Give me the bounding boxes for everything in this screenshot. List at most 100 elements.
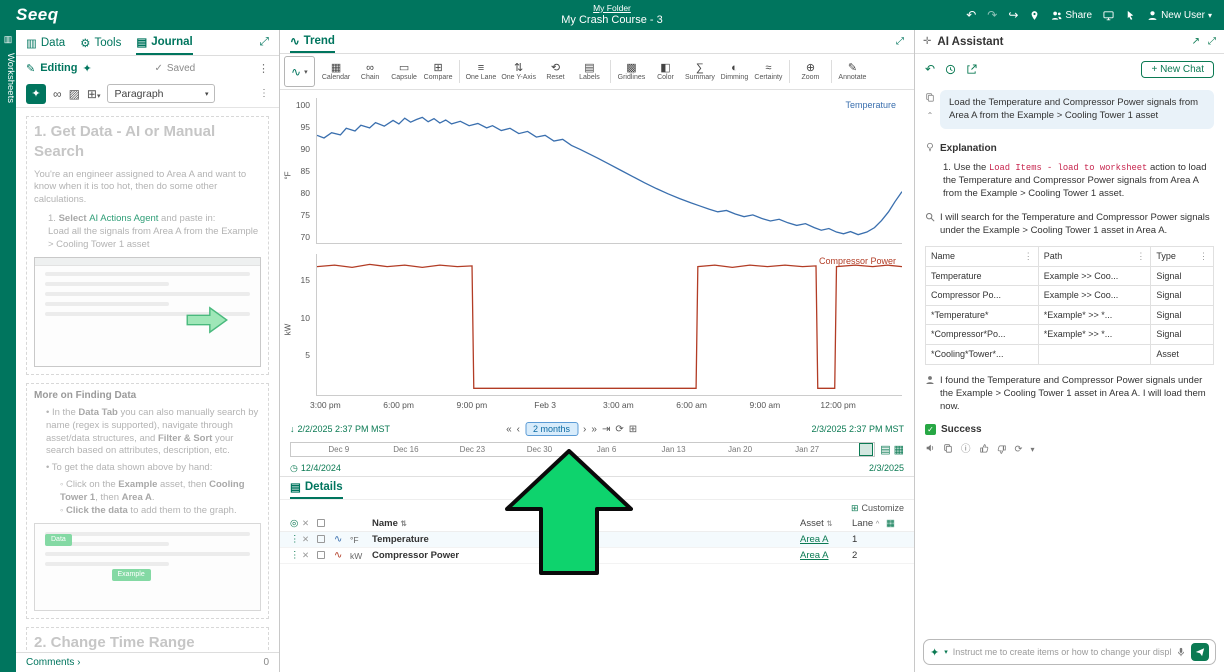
sort-icon[interactable]: ⇅ bbox=[826, 519, 832, 528]
journal-section-get-data[interactable]: 1. Get Data - AI or Manual Search You're… bbox=[26, 116, 269, 375]
tab-details[interactable]: ▤Details bbox=[290, 477, 343, 499]
trend-tool-color[interactable]: ◧Color bbox=[649, 56, 682, 87]
location-pin-icon[interactable] bbox=[1029, 10, 1040, 21]
pointer-icon[interactable] bbox=[1125, 10, 1136, 21]
overview-start-date[interactable]: 12/4/2024 bbox=[301, 463, 341, 473]
selection-window[interactable] bbox=[859, 443, 873, 456]
step-forward-icon[interactable]: › bbox=[583, 424, 586, 435]
column-menu-icon[interactable]: ⋮ bbox=[1136, 250, 1145, 263]
tab-data[interactable]: ▥Data bbox=[26, 30, 65, 55]
paragraph-style-select[interactable]: Paragraph▾ bbox=[107, 84, 215, 103]
table-insert-icon[interactable]: ⊞▾ bbox=[87, 87, 101, 101]
chart-type-dropdown[interactable]: ∿▾ bbox=[284, 56, 315, 87]
grid-icon[interactable]: ▦ bbox=[886, 518, 904, 529]
forward-icon[interactable]: ↪ bbox=[1008, 8, 1018, 22]
power-legend[interactable]: Compressor Power bbox=[819, 256, 896, 266]
remove-item-icon[interactable]: ✕ bbox=[302, 550, 317, 561]
read-aloud-icon[interactable] bbox=[925, 443, 935, 457]
overview-scrubber[interactable]: Dec 9Dec 16Dec 23Dec 30Jan 6Jan 13Jan 20… bbox=[290, 442, 875, 457]
sort-icon[interactable]: ⇅ bbox=[401, 519, 407, 528]
user-menu[interactable]: New User ▾ bbox=[1147, 10, 1212, 21]
detail-row[interactable]: ⋮✕∿°FTemperatureArea A1 bbox=[280, 532, 914, 548]
journal-section-time-range[interactable]: 2. Change Time Range bbox=[26, 627, 269, 652]
select-all-checkbox[interactable] bbox=[317, 519, 325, 527]
refresh-range-icon[interactable]: ⟳ bbox=[615, 424, 623, 435]
trend-tool-compare[interactable]: ⊞Compare bbox=[422, 56, 455, 87]
trend-tool-dimming[interactable]: ◐Dimming bbox=[718, 56, 751, 87]
worksheets-strip[interactable]: ▥ Worksheets bbox=[0, 30, 16, 672]
ai-table-header[interactable]: Type⋮ bbox=[1151, 247, 1214, 267]
column-asset[interactable]: Asset ⇅ bbox=[800, 518, 852, 529]
assistant-input[interactable] bbox=[953, 647, 1171, 657]
redo-icon[interactable]: ↷ bbox=[987, 8, 997, 22]
seeq-logo[interactable]: Seeq bbox=[0, 5, 75, 25]
trend-tool-annotate[interactable]: ✎Annotate bbox=[836, 56, 869, 87]
remove-item-icon[interactable]: ✕ bbox=[302, 534, 317, 545]
copy-message-icon[interactable] bbox=[925, 92, 935, 106]
journal-section-more[interactable]: More on Finding Data In the Data Tab you… bbox=[26, 383, 269, 619]
row-checkbox[interactable] bbox=[317, 551, 325, 559]
row-menu-icon[interactable]: ⋮ bbox=[290, 534, 302, 545]
collapse-message-icon[interactable]: ⌃ bbox=[927, 110, 934, 121]
tab-trend[interactable]: ∿Trend bbox=[290, 30, 335, 53]
trend-tool-zoom[interactable]: ⊕Zoom bbox=[794, 56, 827, 87]
tab-tools[interactable]: ⚙Tools bbox=[80, 30, 121, 55]
more-actions-icon[interactable]: ▾ bbox=[1030, 444, 1034, 455]
format-more-icon[interactable]: ⋮ bbox=[259, 88, 269, 99]
column-menu-icon[interactable]: ⋮ bbox=[1024, 250, 1033, 263]
share-chat-icon[interactable] bbox=[966, 64, 977, 75]
thumbs-up-icon[interactable] bbox=[979, 443, 989, 457]
ai-actions-agent-button[interactable]: ✦ bbox=[26, 84, 46, 104]
image-icon[interactable]: ▨ bbox=[69, 87, 80, 101]
power-y-axis[interactable]: kW15105 bbox=[284, 254, 312, 396]
ai-table-header[interactable]: Name⋮ bbox=[926, 247, 1039, 267]
calendar-range-icon[interactable]: ▦ bbox=[894, 443, 904, 456]
chevron-down-icon[interactable]: ▾ bbox=[944, 648, 948, 656]
journal-menu-icon[interactable]: ⋮ bbox=[258, 62, 269, 75]
temperature-legend[interactable]: Temperature bbox=[845, 100, 896, 110]
reset-chat-icon[interactable]: ↶ bbox=[925, 62, 935, 76]
open-external-icon[interactable]: ↗ bbox=[1192, 36, 1200, 47]
step-back-fast-icon[interactable]: « bbox=[506, 424, 512, 435]
select-all-icon[interactable]: ◎ bbox=[290, 518, 302, 529]
comments-bar[interactable]: Comments › 0 bbox=[16, 652, 279, 672]
overview-end-date[interactable]: 2/3/2025 bbox=[869, 463, 904, 473]
copy-response-icon[interactable] bbox=[943, 443, 953, 457]
trend-tool-one-y-axis[interactable]: ⇅One Y-Axis bbox=[499, 56, 538, 87]
present-icon[interactable] bbox=[1103, 10, 1114, 21]
trend-tool-certainty[interactable]: ≈Certainty bbox=[752, 56, 785, 87]
detail-row[interactable]: ⋮✕∿kWCompressor PowerArea A2 bbox=[280, 548, 914, 564]
ai-table-header[interactable]: Path⋮ bbox=[1038, 247, 1151, 267]
trend-tool-gridlines[interactable]: ▩Gridlines bbox=[615, 56, 648, 87]
ai-agent-link[interactable]: AI Actions Agent bbox=[89, 213, 158, 224]
copy-range-icon[interactable]: ⊞ bbox=[629, 424, 637, 435]
history-icon[interactable] bbox=[945, 64, 956, 75]
tab-journal[interactable]: ▤Journal bbox=[136, 30, 192, 55]
item-name[interactable]: Temperature bbox=[372, 534, 800, 545]
send-button[interactable] bbox=[1191, 643, 1209, 661]
trend-tool-labels[interactable]: ▤Labels bbox=[573, 56, 606, 87]
power-plot[interactable]: Compressor Power bbox=[316, 254, 902, 396]
step-forward-fast-icon[interactable]: » bbox=[591, 424, 597, 435]
row-menu-icon[interactable]: ⋮ bbox=[290, 550, 302, 561]
item-name[interactable]: Compressor Power bbox=[372, 550, 800, 561]
drag-handle-icon[interactable]: ✛ bbox=[923, 36, 931, 47]
customize-button[interactable]: Customize bbox=[861, 503, 904, 513]
temperature-plot[interactable]: Temperature bbox=[316, 98, 902, 244]
temperature-y-axis[interactable]: °F100959085807570 bbox=[284, 98, 312, 244]
duration-button[interactable]: 2 months bbox=[525, 422, 578, 436]
asset-link[interactable]: Area A bbox=[800, 550, 852, 561]
capsule-view-icon[interactable]: ▤ bbox=[880, 443, 890, 456]
column-lane[interactable]: Lane ^ bbox=[852, 518, 886, 529]
microphone-icon[interactable] bbox=[1176, 647, 1186, 657]
info-icon[interactable]: ⓘ bbox=[961, 443, 971, 456]
ai-sparkle-icon[interactable]: ✦ bbox=[83, 62, 92, 75]
column-name[interactable]: Name ⇅ bbox=[372, 518, 800, 529]
regenerate-icon[interactable]: ⟳ bbox=[1015, 443, 1023, 456]
ai-sparkle-icon[interactable]: ✦ bbox=[930, 646, 939, 659]
trend-tool-reset[interactable]: ⟲Reset bbox=[539, 56, 572, 87]
row-checkbox[interactable] bbox=[317, 535, 325, 543]
undo-icon[interactable]: ↶ bbox=[966, 8, 976, 22]
collapse-panel-icon[interactable]: ⤢ bbox=[1208, 36, 1216, 47]
folder-link[interactable]: My Folder bbox=[561, 4, 662, 14]
